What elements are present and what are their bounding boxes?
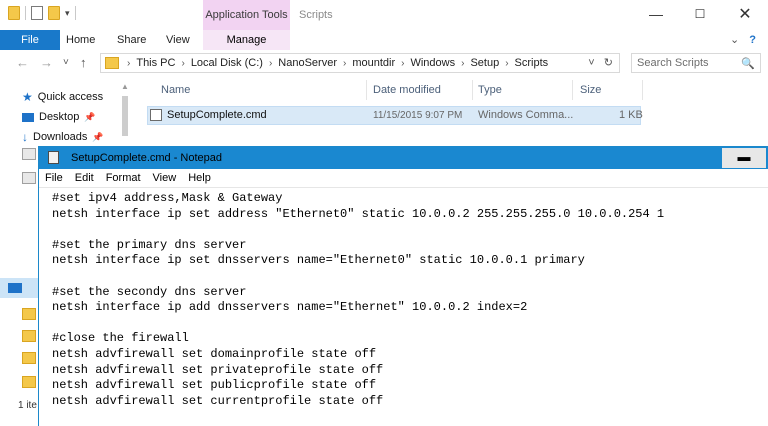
column-divider xyxy=(572,80,573,100)
notepad-minimize-button[interactable]: ▬ xyxy=(722,148,766,168)
file-size: 1 KB xyxy=(619,109,643,121)
quick-access-toolbar: ▾ xyxy=(8,6,76,20)
ribbon-tabs xyxy=(0,30,768,51)
recent-locations-button[interactable]: ˅ xyxy=(63,50,69,76)
properties-icon[interactable] xyxy=(31,6,43,20)
breadcrumb-mountdir[interactable]: mountdir xyxy=(352,57,395,69)
notepad-title: SetupComplete.cmd - Notepad xyxy=(71,152,223,164)
breadcrumb-separator: › xyxy=(181,57,185,69)
column-divider xyxy=(642,80,643,100)
ribbon-controls: ⌄ ? xyxy=(730,30,756,50)
menu-view[interactable]: View xyxy=(147,169,183,187)
tab-home[interactable]: Home xyxy=(66,30,95,50)
toolbar-divider xyxy=(25,6,26,20)
breadcrumb-separator: › xyxy=(461,57,465,69)
menu-help[interactable]: Help xyxy=(182,169,217,187)
up-button[interactable]: ↑ xyxy=(80,50,87,76)
nav-item-downloads[interactable]: ↓ Downloads 📌 xyxy=(22,128,104,146)
expand-ribbon-icon[interactable]: ⌄ xyxy=(730,30,739,50)
column-header-name[interactable]: Name xyxy=(161,80,190,100)
column-header-size[interactable]: Size xyxy=(580,80,601,100)
breadcrumb-this-pc[interactable]: This PC xyxy=(136,57,175,69)
folder-icon xyxy=(22,376,36,388)
column-header-date[interactable]: Date modified xyxy=(373,80,441,100)
maximize-button[interactable]: ☐ xyxy=(678,0,722,30)
folder-icon xyxy=(22,308,36,320)
file-type: Windows Comma... xyxy=(478,109,574,121)
menu-edit[interactable]: Edit xyxy=(69,169,100,187)
customize-toolbar-icon[interactable]: ▾ xyxy=(65,8,70,19)
help-icon[interactable]: ? xyxy=(749,30,756,50)
breadcrumb-separator: › xyxy=(268,57,273,69)
pin-icon: 📌 xyxy=(92,132,104,142)
forward-button[interactable]: → xyxy=(40,50,53,76)
breadcrumb-separator: › xyxy=(505,57,509,69)
minimize-button[interactable]: — xyxy=(634,0,678,30)
search-input[interactable] xyxy=(637,57,737,69)
folder-icon xyxy=(22,330,36,342)
refresh-icon[interactable]: ↻ xyxy=(604,57,613,69)
breadcrumb-separator: › xyxy=(342,57,347,69)
menu-file[interactable]: File xyxy=(39,169,69,187)
tab-share[interactable]: Share xyxy=(117,30,146,50)
nav-item-label: Downloads xyxy=(33,131,88,143)
tab-view[interactable]: View xyxy=(166,30,190,50)
notepad-menubar: File Edit Format View Help xyxy=(39,169,768,188)
nav-item-label: Desktop xyxy=(39,111,80,123)
address-dropdown-icon[interactable]: ˅ xyxy=(588,57,594,69)
pin-icon: 📌 xyxy=(84,112,96,122)
notepad-text-area[interactable]: #set ipv4 address,Mask & Gateway netsh i… xyxy=(52,191,752,409)
back-button[interactable]: ← xyxy=(16,50,29,76)
scroll-up-icon[interactable]: ▲ xyxy=(121,82,129,91)
breadcrumb-windows[interactable]: Windows xyxy=(410,57,455,69)
star-icon: ★ xyxy=(22,90,33,104)
breadcrumb-setup[interactable]: Setup xyxy=(470,57,499,69)
column-header-type[interactable]: Type xyxy=(478,80,502,100)
desktop-icon xyxy=(22,112,34,122)
breadcrumb-separator: › xyxy=(401,57,405,69)
column-divider xyxy=(366,80,367,100)
download-icon: ↓ xyxy=(22,130,28,144)
nav-item-desktop[interactable]: Desktop 📌 xyxy=(22,108,96,126)
address-bar[interactable]: › This PC › Local Disk (C:) › NanoServer… xyxy=(100,53,620,73)
address-controls: ˅ ↻ xyxy=(588,56,613,69)
scrollbar-thumb[interactable] xyxy=(122,96,128,136)
window-title: Scripts xyxy=(299,9,333,21)
tab-file[interactable]: File xyxy=(0,30,60,50)
search-icon[interactable]: 🔍 xyxy=(741,57,755,70)
file-name: SetupComplete.cmd xyxy=(167,109,267,121)
folder-icon xyxy=(22,352,36,364)
folder-icon[interactable] xyxy=(8,6,20,20)
menu-format[interactable]: Format xyxy=(100,169,147,187)
search-box[interactable]: 🔍 xyxy=(631,53,761,73)
breadcrumb-local-disk[interactable]: Local Disk (C:) xyxy=(191,57,263,69)
breadcrumb-scripts[interactable]: Scripts xyxy=(515,57,549,69)
file-date: 11/15/2015 9:07 PM xyxy=(373,110,463,121)
cmd-file-icon xyxy=(150,109,162,121)
document-icon xyxy=(22,148,36,160)
breadcrumb-separator: › xyxy=(127,57,131,69)
toolbar-divider xyxy=(74,6,76,20)
new-folder-icon[interactable] xyxy=(48,6,60,20)
application-tools-context-tab: Application Tools xyxy=(203,0,290,30)
notepad-icon[interactable] xyxy=(48,151,59,164)
nav-item-label: Quick access xyxy=(37,91,104,103)
close-button[interactable]: ✕ xyxy=(722,0,768,30)
breadcrumb-nanoserver[interactable]: NanoServer xyxy=(278,57,337,69)
notepad-window: SetupComplete.cmd - Notepad ▬ File Edit … xyxy=(38,146,768,426)
folder-icon xyxy=(105,57,119,69)
document-icon xyxy=(22,172,36,184)
status-item-count: 1 ite xyxy=(18,400,37,411)
this-pc-icon xyxy=(8,283,22,293)
nav-item-quick-access[interactable]: ★ Quick access xyxy=(22,88,103,106)
tab-manage[interactable]: Manage xyxy=(203,30,290,50)
column-divider xyxy=(472,80,473,100)
